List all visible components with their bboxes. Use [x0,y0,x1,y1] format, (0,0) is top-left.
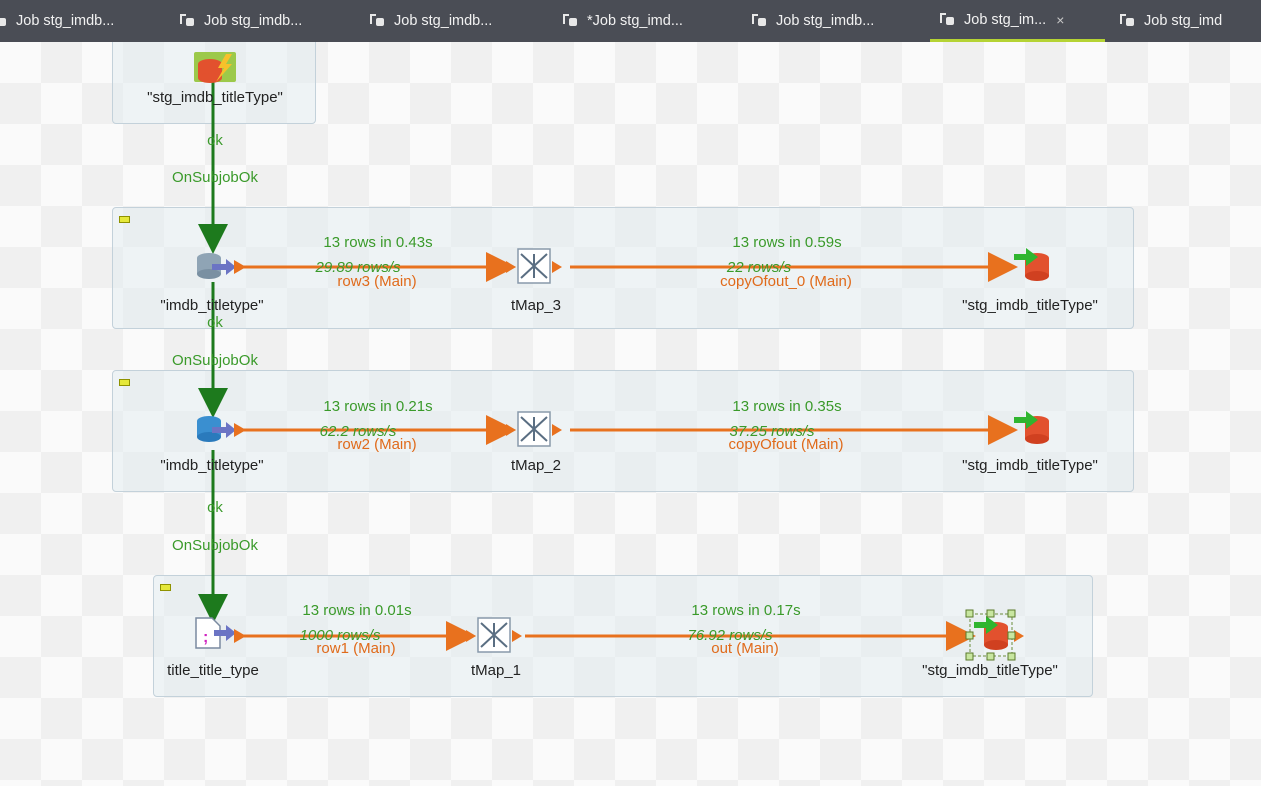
component-label[interactable]: tMap_2 [511,457,561,474]
component-label[interactable]: "stg_imdb_titleType" [962,457,1098,474]
component-label[interactable]: "stg_imdb_titleType" [922,662,1058,679]
trigger-onsubjobok-label: OnSubjobOk [172,537,258,554]
close-icon[interactable]: × [1056,12,1064,28]
database-output-icon[interactable] [1014,248,1049,281]
job-icon [370,14,386,28]
component-label[interactable]: "imdb_titletype" [160,297,263,314]
component-label[interactable]: title_title_type [167,662,259,679]
tab-job-5[interactable]: Job stg_imdb... [752,0,874,42]
trigger-ok-label: ok [207,132,223,149]
link-name[interactable]: copyOfout_0 (Main) [720,273,852,290]
link-name[interactable]: row3 (Main) [337,273,416,290]
job-icon [563,14,579,28]
link-stat: 13 rows in 0.01s [302,602,412,619]
job-designer-canvas[interactable]: ; "stg_imdb_titleType" ok OnSubjobOk 13 … [0,42,1261,786]
component-label[interactable]: "stg_imdb_titleType" [962,297,1098,314]
database-input-icon[interactable] [197,416,246,442]
job-icon [940,12,956,27]
tmap-icon[interactable] [466,617,522,653]
trigger-ok-label: ok [207,499,223,516]
link-name[interactable]: copyOfout (Main) [728,436,843,453]
tmap-icon[interactable] [506,411,562,447]
job-icon [0,14,8,28]
trigger-onsubjobok-label: OnSubjobOk [172,169,258,186]
link-name[interactable]: out (Main) [711,640,779,657]
component-label[interactable]: "imdb_titletype" [160,457,263,474]
tab-label: Job stg_imdb... [204,13,303,29]
database-output-icon[interactable] [1014,411,1049,444]
link-name[interactable]: row1 (Main) [316,640,395,657]
editor-tab-bar: Job stg_imdb... Job stg_imdb... Job stg_… [0,0,1261,42]
link-stat: 13 rows in 0.35s [732,398,842,415]
job-icon [1120,14,1136,28]
svg-text:;: ; [203,629,208,646]
tab-job-4[interactable]: *Job stg_imd... [563,0,683,42]
tab-job-3[interactable]: Job stg_imdb... [370,0,492,42]
database-output-icon[interactable] [194,52,236,83]
tab-job-1[interactable]: Job stg_imdb... [0,0,114,42]
link-stat: 13 rows in 0.59s [732,234,842,251]
trigger-onsubjobok-label: OnSubjobOk [172,352,258,369]
file-input-icon[interactable]: ; [195,617,246,649]
tab-label: Job stg_im... [964,11,1047,28]
component-label[interactable]: "stg_imdb_titleType" [147,89,283,106]
tab-label: *Job stg_imd... [587,13,683,29]
link-name[interactable]: row2 (Main) [337,436,416,453]
component-label[interactable]: tMap_3 [511,297,561,314]
job-icon [752,14,768,28]
database-output-icon-selected[interactable] [965,609,1024,661]
tab-job-2[interactable]: Job stg_imdb... [180,0,302,42]
job-icon [180,14,196,28]
database-input-icon[interactable] [197,253,246,279]
tab-label: Job stg_imdb... [394,13,493,29]
component-label[interactable]: tMap_1 [471,662,521,679]
link-stat: 13 rows in 0.21s [323,398,433,415]
trigger-ok-label: ok [207,314,223,331]
link-stat: 13 rows in 0.17s [691,602,801,619]
tab-label: Job stg_imd [1144,13,1223,29]
tab-job-6-active[interactable]: Job stg_im... × [930,0,1105,42]
link-stat: 13 rows in 0.43s [323,234,433,251]
tab-label: Job stg_imdb... [16,13,115,29]
tab-job-7[interactable]: Job stg_imd [1120,0,1222,42]
tab-label: Job stg_imdb... [776,13,875,29]
tmap-icon[interactable] [506,248,562,284]
